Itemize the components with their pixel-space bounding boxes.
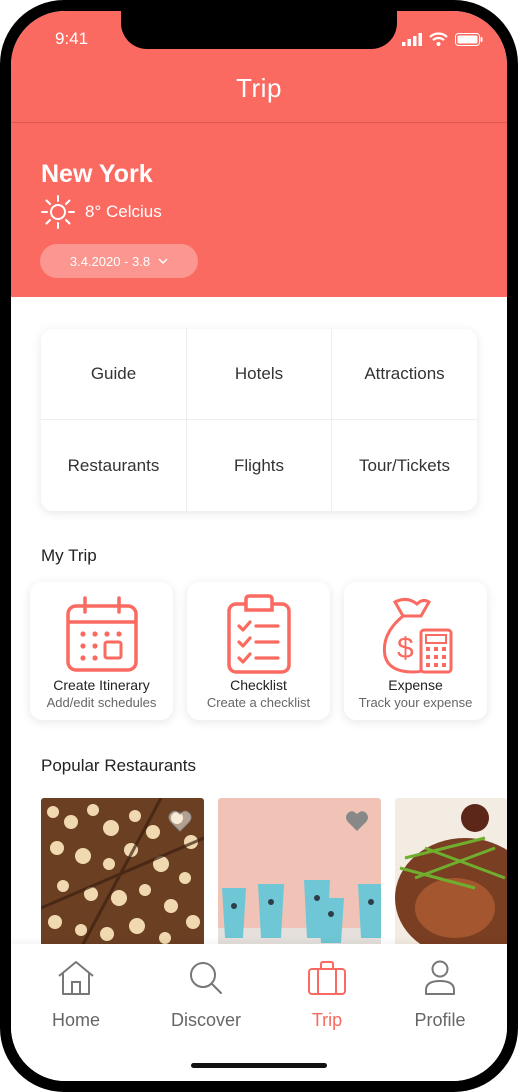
weather-info: 8° Celcius: [40, 194, 162, 230]
tab-profile[interactable]: Profile: [385, 960, 495, 1031]
category-hotels[interactable]: Hotels: [187, 329, 332, 420]
status-icons: [402, 32, 483, 46]
search-icon: [190, 962, 222, 994]
restaurant-card-3[interactable]: [395, 798, 507, 948]
my-trip-heading: My Trip: [41, 546, 97, 565]
restaurant-card-2[interactable]: [218, 798, 381, 948]
category-restaurants[interactable]: Restaurants: [41, 420, 187, 511]
status-time: 9:41: [55, 29, 89, 48]
notch: [121, 11, 397, 49]
card-title: Create Itinerary: [53, 677, 150, 693]
category-grid: Guide Hotels Attractions Restaurants Fli…: [41, 329, 477, 511]
category-tour-tickets[interactable]: Tour/Tickets: [332, 420, 477, 511]
tab-label: Home: [51, 1010, 100, 1030]
category-attractions[interactable]: Attractions: [332, 329, 477, 420]
svg-text:$: $: [397, 632, 414, 665]
clipboard-icon: [227, 594, 291, 674]
city-name: New York: [41, 160, 153, 188]
header-divider: [11, 122, 507, 123]
money-bag-calculator-icon: $: [382, 597, 453, 674]
expense-card[interactable]: $ Expense Track your expense: [344, 582, 487, 720]
card-subtitle: Create a checklist: [206, 695, 311, 710]
tab-label: Profile: [414, 1010, 466, 1030]
home-icon: [58, 961, 94, 995]
date-range-label: 3.4.2020 - 3.8: [69, 253, 151, 269]
screen: 9:41 Trip New York 8° Celcius 3.4.2020 -…: [11, 11, 507, 1081]
sun-icon: [41, 195, 75, 229]
tab-discover[interactable]: Discover: [151, 960, 261, 1031]
page-title: Trip: [236, 73, 282, 103]
home-indicator: [191, 1063, 327, 1068]
category-flights[interactable]: Flights: [187, 420, 332, 511]
trip-header: 9:41 Trip New York 8° Celcius 3.4.2020 -…: [11, 11, 507, 297]
restaurant-card-1[interactable]: [41, 798, 204, 948]
create-itinerary-card[interactable]: Create Itinerary Add/edit schedules: [30, 582, 173, 720]
tab-trip[interactable]: Trip: [272, 960, 382, 1031]
tab-bar: Home Discover Trip Profile: [11, 944, 507, 1081]
phone-frame: 9:41 Trip New York 8° Celcius 3.4.2020 -…: [0, 0, 518, 1092]
tab-label: Discover: [170, 1010, 241, 1030]
heart-icon[interactable]: [345, 810, 369, 832]
calendar-icon: [66, 596, 138, 672]
checklist-card[interactable]: Checklist Create a checklist: [187, 582, 330, 720]
card-title: Checklist: [230, 677, 287, 693]
temperature: 8° Celcius: [85, 202, 162, 221]
battery-icon: [455, 32, 483, 46]
heart-icon[interactable]: [168, 810, 192, 832]
tab-home[interactable]: Home: [21, 960, 131, 1031]
date-range-selector[interactable]: 3.4.2020 - 3.8: [40, 244, 198, 278]
cellular-signal-icon: [402, 32, 422, 46]
category-guide[interactable]: Guide: [41, 329, 187, 420]
suitcase-icon: [308, 961, 346, 995]
chevron-down-icon: [158, 258, 168, 264]
popular-restaurants-heading: Popular Restaurants: [41, 756, 196, 775]
wifi-icon: [429, 32, 448, 46]
person-icon: [425, 960, 455, 995]
card-title: Expense: [388, 677, 443, 693]
card-subtitle: Track your expense: [358, 695, 473, 710]
card-subtitle: Add/edit schedules: [46, 695, 157, 710]
tab-label: Trip: [311, 1010, 343, 1030]
restaurant-photo-steak: [395, 798, 507, 948]
